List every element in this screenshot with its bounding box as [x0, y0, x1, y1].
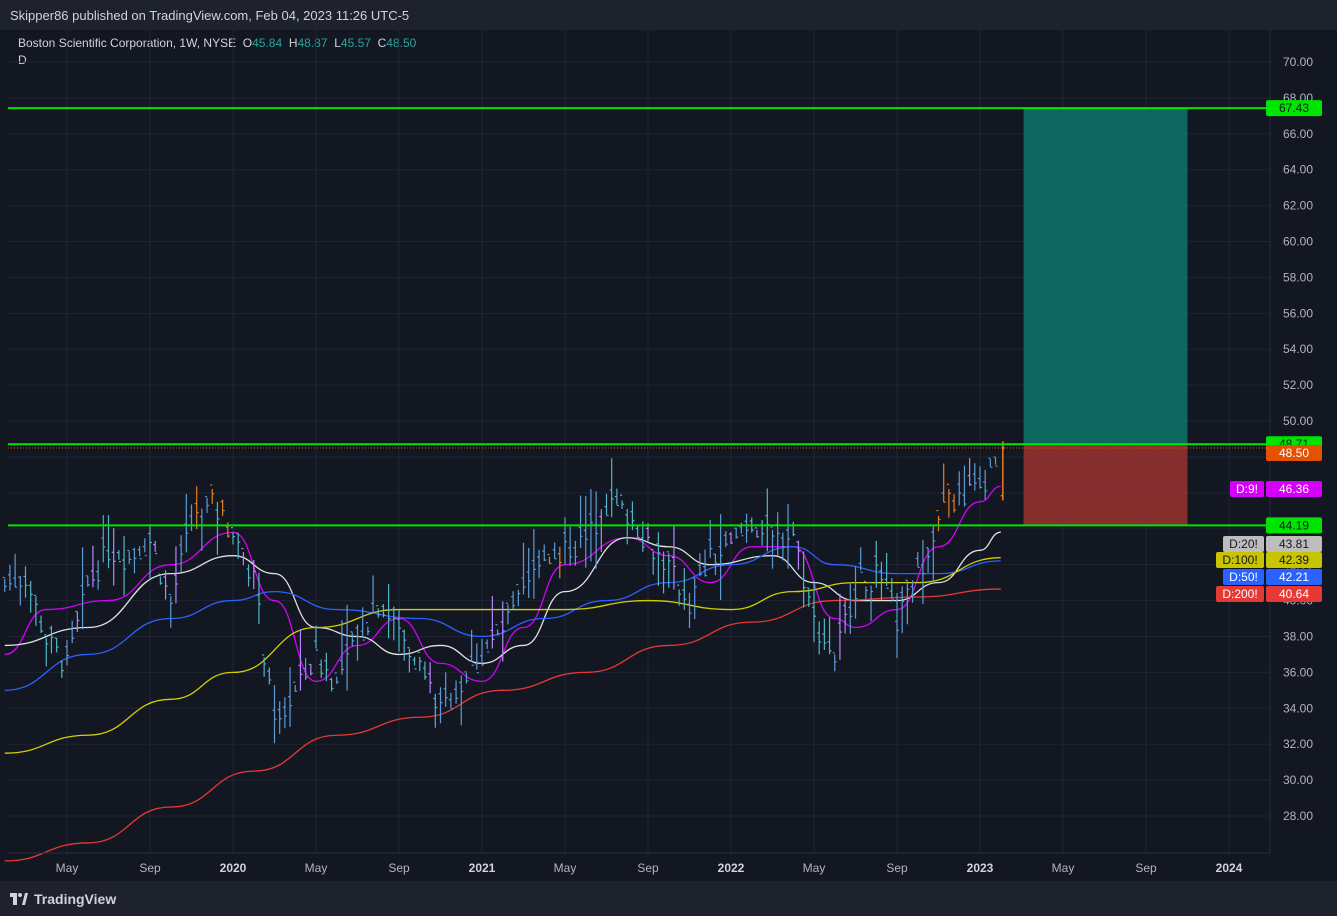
- level-tag: 44.19: [1279, 518, 1309, 532]
- x-tick-label: May: [305, 861, 328, 875]
- y-tick-label: 66.00: [1283, 127, 1313, 141]
- x-tick-label: 2023: [967, 861, 994, 875]
- publisher-info: Skipper86 published on TradingView.com, …: [10, 8, 410, 23]
- level-tag: 67.43: [1279, 101, 1309, 115]
- ma-value-tag: 42.39: [1279, 553, 1309, 567]
- x-tick-label: 2022: [718, 861, 745, 875]
- ma-name-tag: D:9!: [1236, 482, 1258, 496]
- position-zones: [1023, 108, 1188, 526]
- y-tick-label: 64.00: [1283, 163, 1313, 177]
- y-tick-label: 58.00: [1283, 270, 1313, 284]
- y-tick-label: 62.00: [1283, 199, 1313, 213]
- y-tick-label: 52.00: [1283, 378, 1313, 392]
- x-tick-label: 2024: [1216, 861, 1243, 875]
- y-tick-label: 60.00: [1283, 235, 1313, 249]
- tradingview-logo[interactable]: TradingView: [10, 891, 116, 907]
- x-tick-label: May: [803, 861, 826, 875]
- ma-name-tag: D:50!: [1229, 570, 1258, 584]
- y-tick-label: 54.00: [1283, 342, 1313, 356]
- ma-value-tag: 42.21: [1279, 570, 1309, 584]
- x-tick-label: Sep: [886, 861, 908, 875]
- price-chart[interactable]: 28.0030.0032.0034.0036.0038.0040.0042.00…: [0, 30, 1337, 881]
- y-tick-label: 50.00: [1283, 414, 1313, 428]
- y-tick-label: 38.00: [1283, 629, 1313, 643]
- target-zone: [1023, 108, 1188, 445]
- y-tick-label: 70.00: [1283, 55, 1313, 69]
- x-tick-label: 2021: [469, 861, 496, 875]
- y-tick-label: 36.00: [1283, 665, 1313, 679]
- stop-zone: [1023, 444, 1188, 526]
- bottom-bar: TradingView: [0, 881, 1337, 916]
- ma-name-tag: D:200!: [1222, 587, 1257, 601]
- x-tick-label: May: [1052, 861, 1075, 875]
- ma-value-tag: 43.81: [1279, 537, 1309, 551]
- ma-name-tag: D:20!: [1229, 537, 1258, 551]
- ma-name-tag: D:100!: [1222, 553, 1257, 567]
- ma-value-tag: 40.64: [1279, 587, 1309, 601]
- brand-label: TradingView: [34, 891, 117, 907]
- ma-value-tag: 46.36: [1279, 482, 1309, 496]
- top-bar: Skipper86 published on TradingView.com, …: [0, 0, 1337, 30]
- y-tick-label: 56.00: [1283, 306, 1313, 320]
- y-tick-label: 30.00: [1283, 773, 1313, 787]
- x-tick-label: Sep: [1135, 861, 1157, 875]
- x-tick-label: Sep: [139, 861, 161, 875]
- x-tick-label: May: [554, 861, 577, 875]
- x-tick-label: Sep: [637, 861, 659, 875]
- moving-averages: [4, 485, 1001, 862]
- price-bars: [2, 441, 1005, 744]
- x-tick-label: Sep: [388, 861, 410, 875]
- tradingview-logo-icon: [10, 893, 28, 905]
- y-tick-label: 32.00: [1283, 737, 1313, 751]
- y-tick-label: 34.00: [1283, 701, 1313, 715]
- last-price-tag: 48.50: [1279, 446, 1309, 460]
- x-tick-label: May: [56, 861, 79, 875]
- x-tick-label: 2020: [220, 861, 247, 875]
- y-tick-label: 28.00: [1283, 809, 1313, 823]
